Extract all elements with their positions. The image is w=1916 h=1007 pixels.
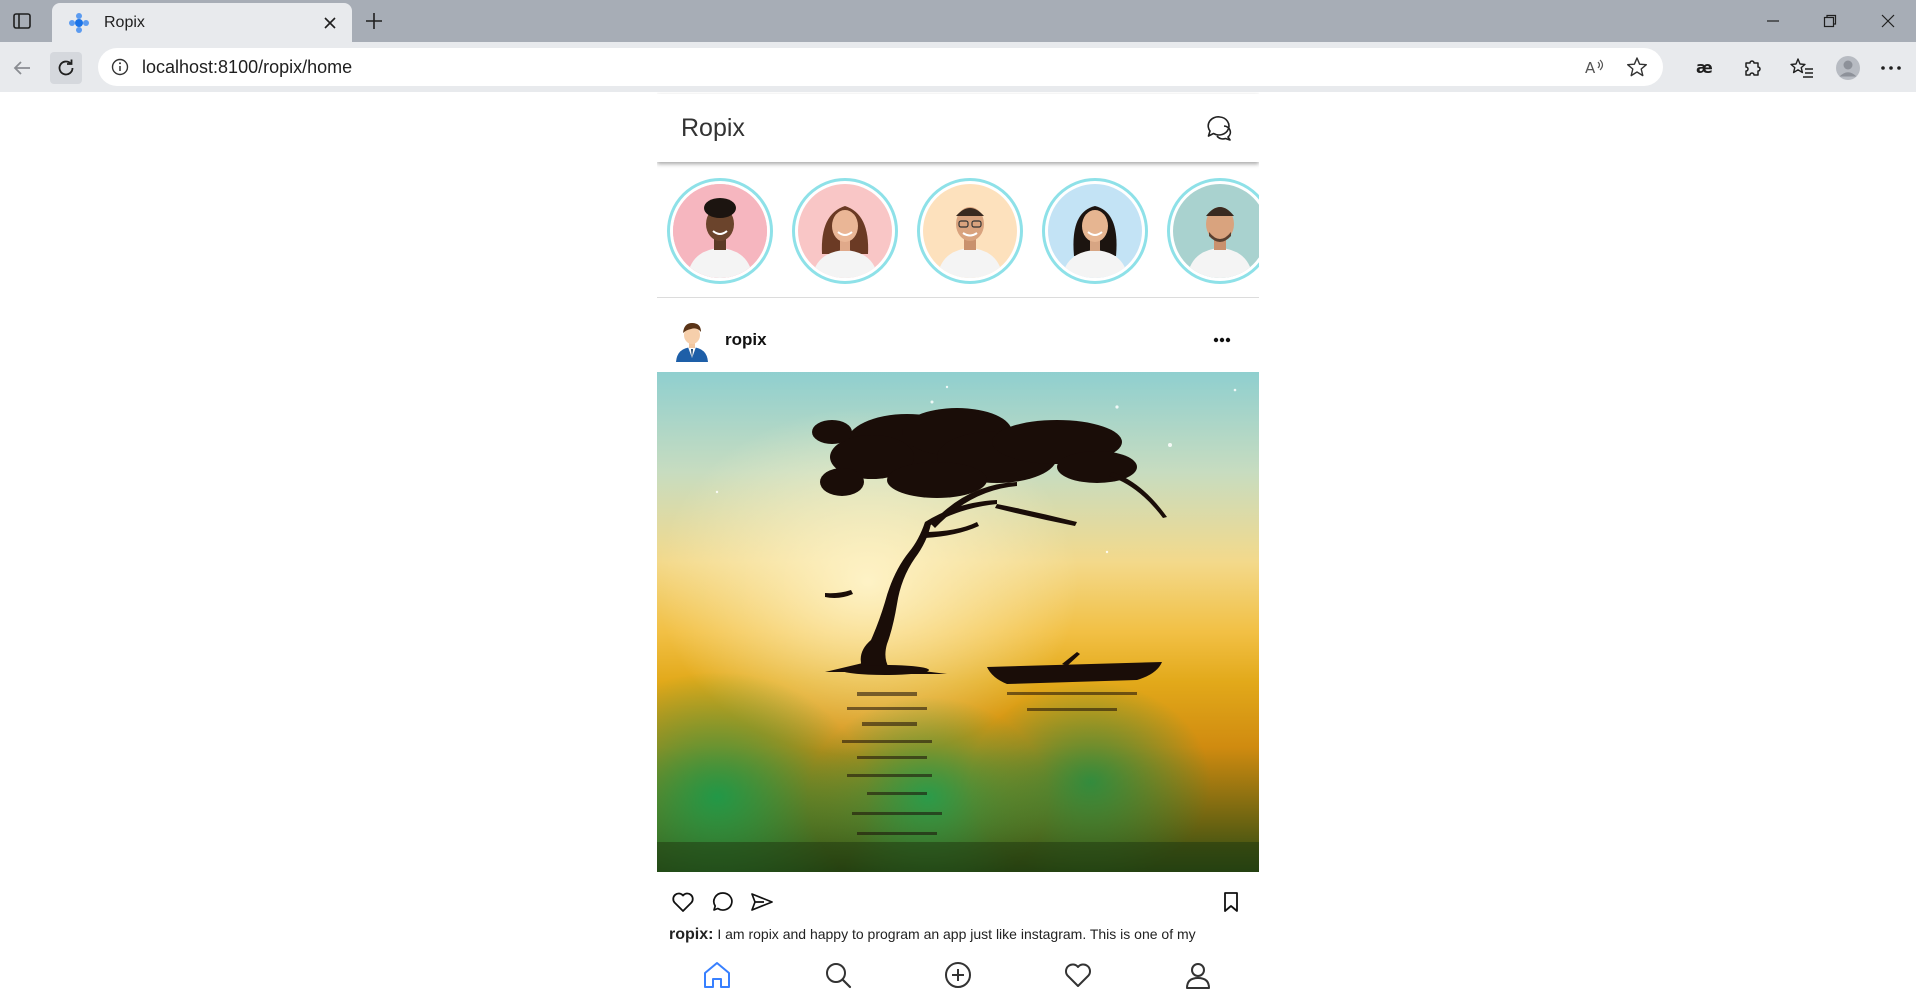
app-header: Ropix: [657, 94, 1259, 162]
browser-titlebar: Ropix: [0, 0, 1916, 42]
person-icon[interactable]: [1178, 955, 1218, 995]
new-tab-icon[interactable]: [360, 7, 388, 35]
story-avatar[interactable]: [667, 178, 773, 284]
stories-bar: [657, 172, 1259, 298]
extensions-puzzle-icon[interactable]: [1737, 53, 1767, 83]
minimize-icon[interactable]: [1753, 7, 1793, 35]
favorite-star-icon[interactable]: [1623, 53, 1651, 81]
caption-username[interactable]: ropix:: [669, 926, 713, 943]
read-aloud-icon[interactable]: A: [1581, 53, 1609, 81]
url-text[interactable]: localhost:8100/ropix/home: [142, 57, 1567, 78]
story-avatar[interactable]: [917, 178, 1023, 284]
extension-ae-icon[interactable]: æ: [1692, 53, 1722, 83]
tab-title: Ropix: [104, 13, 145, 31]
share-send-icon[interactable]: [748, 888, 776, 916]
add-circle-icon[interactable]: [938, 955, 978, 995]
post-caption: ropix: I am ropix and happy to program a…: [669, 926, 1249, 944]
heart-icon[interactable]: [1058, 955, 1098, 995]
story-avatar[interactable]: [1042, 178, 1148, 284]
browser-tab[interactable]: Ropix: [52, 3, 352, 42]
more-options-icon[interactable]: [1207, 328, 1237, 352]
restore-icon[interactable]: [1810, 7, 1850, 35]
caption-text: I am ropix and happy to program an app j…: [713, 926, 1196, 942]
search-icon[interactable]: [818, 955, 858, 995]
close-tab-icon[interactable]: [318, 11, 342, 35]
tab-actions-icon[interactable]: [10, 9, 34, 33]
story-avatar[interactable]: [792, 178, 898, 284]
ropix-favicon-icon: [69, 12, 89, 33]
reload-icon[interactable]: [50, 52, 82, 84]
more-options-icon[interactable]: [1876, 53, 1906, 83]
post-image[interactable]: [657, 372, 1259, 872]
back-icon[interactable]: [6, 52, 38, 84]
story-avatar[interactable]: [1167, 178, 1259, 284]
chat-bubbles-icon[interactable]: [1203, 112, 1235, 144]
site-info-icon[interactable]: [110, 57, 130, 77]
close-window-icon[interactable]: [1868, 7, 1908, 35]
app-title: Ropix: [681, 113, 745, 142]
home-icon[interactable]: [697, 955, 737, 995]
svg-text:æ: æ: [1696, 58, 1713, 77]
post-author-avatar[interactable]: [673, 318, 711, 362]
bottom-tab-bar: [657, 945, 1259, 1007]
favorites-list-icon[interactable]: [1787, 53, 1817, 83]
post-actions: [657, 882, 1259, 922]
like-heart-icon[interactable]: [669, 888, 697, 916]
profile-avatar-icon[interactable]: [1833, 53, 1863, 83]
page-viewport: Ropix ropix ropix: I am ropix and happy …: [2, 92, 1914, 1007]
comment-bubble-icon[interactable]: [709, 888, 737, 916]
ropix-app: Ropix ropix ropix: I am ropix and happy …: [657, 92, 1259, 1007]
address-bar[interactable]: localhost:8100/ropix/home A: [98, 48, 1663, 86]
post-header: ropix: [657, 310, 1259, 370]
svg-text:A: A: [1585, 59, 1596, 77]
post-username[interactable]: ropix: [725, 330, 1207, 350]
bookmark-icon[interactable]: [1217, 888, 1245, 916]
browser-toolbar: localhost:8100/ropix/home A æ: [0, 42, 1916, 92]
